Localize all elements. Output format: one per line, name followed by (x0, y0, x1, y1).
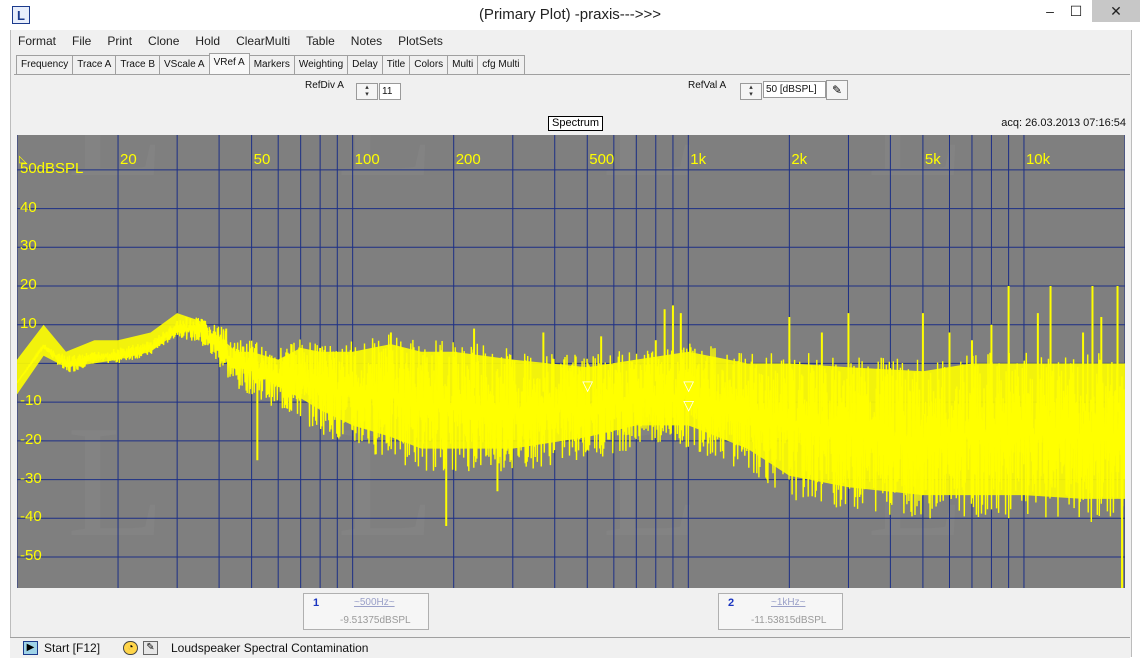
menu-table[interactable]: Table (298, 30, 343, 52)
vref-panel: RefDiv A ▴ ▾ 11 RefVal A ▴ ▾ 50 [dBSPL] ✎ (14, 74, 1130, 111)
tab-frequency[interactable]: Frequency (16, 55, 74, 74)
tab-weighting[interactable]: Weighting (293, 55, 349, 74)
marker-number: 1 (313, 597, 320, 609)
x-tick-label: 20 (120, 151, 137, 168)
pen-icon[interactable]: ✎ (143, 641, 158, 655)
menu-file[interactable]: File (64, 30, 99, 52)
watermark-logo: L (867, 135, 965, 210)
tab-markers[interactable]: Markers (248, 55, 295, 74)
tab-strip: Frequency Trace A Trace B VScale A VRef … (16, 53, 525, 74)
x-tick-label: 2k (791, 151, 808, 168)
menu-print[interactable]: Print (99, 30, 140, 52)
marker-triangle: ▽ (683, 378, 694, 394)
start-label[interactable]: Start [F12] (44, 641, 100, 655)
gauge-icon[interactable]: ◔ (123, 641, 138, 655)
menu-clearmulti[interactable]: ClearMulti (228, 30, 298, 52)
x-tick-label: 500 (589, 151, 615, 168)
x-tick-label: 1k (690, 151, 707, 168)
y-tick-label: -10 (20, 392, 42, 410)
task-label: Loudspeaker Spectral Contamination (171, 641, 369, 655)
menu-bar: Format File Print Clone Hold ClearMulti … (10, 30, 451, 52)
tab-colors[interactable]: Colors (409, 55, 449, 74)
tab-trace-b[interactable]: Trace B (115, 55, 160, 74)
start-icon[interactable]: ▶ (23, 641, 38, 655)
marker-triangle: ▽ (683, 397, 694, 413)
y-tick-label: -30 (20, 469, 42, 487)
watermark-logo: L (67, 392, 165, 570)
marker-2-readout[interactable]: 2 ~1kHz~ -11.53815dBSPL (718, 593, 843, 630)
close-button[interactable]: ✕ (1092, 0, 1140, 22)
spectrum-plot[interactable]: LLLLLLLL▽▽▽◺ 20501002005001k2k5k10k20 50… (17, 135, 1125, 588)
watermark-logo: L (602, 135, 700, 210)
tab-vref-a[interactable]: VRef A (208, 53, 250, 74)
refdiv-spinner[interactable]: ▴ ▾ (356, 83, 378, 100)
y-tick-label: -20 (20, 430, 42, 448)
y-tick-label: -40 (20, 508, 42, 526)
menu-format[interactable]: Format (10, 30, 64, 52)
status-bar: ▶ Start [F12] ◔ ✎ Loudspeaker Spectral C… (10, 637, 1130, 658)
refdiv-input[interactable]: 11 (379, 83, 401, 100)
menu-clone[interactable]: Clone (140, 30, 187, 52)
y-tick-label: 40 (20, 198, 37, 216)
trace-a-band (17, 313, 1125, 499)
x-tick-label: 200 (455, 151, 481, 168)
x-tick-label: 100 (354, 151, 380, 168)
menu-hold[interactable]: Hold (187, 30, 228, 52)
marker-frequency[interactable]: ~500Hz~ (354, 597, 395, 608)
marker-number: 2 (728, 597, 735, 609)
marker-frequency[interactable]: ~1kHz~ (771, 597, 805, 608)
tab-title[interactable]: Title (381, 55, 411, 74)
title-bar: L (Primary Plot) -praxis--->>> – ☐ ✕ (0, 0, 1140, 30)
marker-triangle: ▽ (582, 378, 593, 394)
tab-vscale-a[interactable]: VScale A (158, 55, 210, 74)
marker-value: -9.51375dBSPL (340, 615, 411, 626)
y-tick-label: 10 (20, 314, 37, 332)
tab-cfg-multi[interactable]: cfg Multi (477, 55, 525, 74)
maximize-button[interactable]: ☐ (1058, 0, 1094, 22)
menu-plotsets[interactable]: PlotSets (390, 30, 451, 52)
menu-notes[interactable]: Notes (343, 30, 390, 52)
marker-1-readout[interactable]: 1 ~500Hz~ -9.51375dBSPL (303, 593, 429, 630)
y-tick-label: -50 (20, 547, 42, 565)
y-tick-label: 30 (20, 237, 37, 255)
y-tick-label: 20 (20, 276, 37, 293)
x-tick-label: 5k (924, 151, 941, 168)
y-tick-label: 50dBSPL (20, 159, 84, 177)
pen-icon[interactable]: ✎ (826, 80, 848, 100)
tab-multi[interactable]: Multi (447, 55, 479, 74)
plot-title: Spectrum (548, 116, 604, 131)
spectrum-chart: LLLLLLLL▽▽▽◺ (17, 135, 1125, 588)
x-tick-label: 10k (1025, 151, 1051, 168)
tab-delay[interactable]: Delay (347, 55, 383, 74)
window-title: (Primary Plot) -praxis--->>> (478, 6, 662, 23)
refval-spinner[interactable]: ▴ ▾ (740, 83, 762, 100)
x-tick-label: 50 (253, 151, 271, 168)
refval-input[interactable]: 50 [dBSPL] (763, 81, 826, 98)
refval-label: RefVal A (688, 80, 727, 91)
watermark-logo: L (337, 135, 435, 210)
acquisition-time: acq: 26.03.2013 07:16:54 (1001, 117, 1126, 129)
marker-value: -11.53815dBSPL (751, 615, 827, 626)
refdiv-label: RefDiv A (305, 80, 344, 91)
tab-trace-a[interactable]: Trace A (72, 55, 117, 74)
